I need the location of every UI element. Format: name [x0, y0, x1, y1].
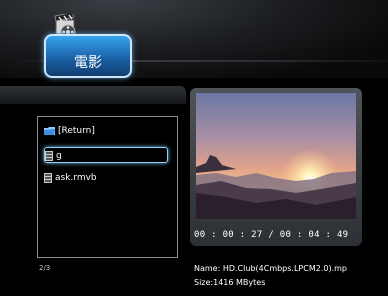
- list-item-ask-rmvb[interactable]: ask.rmvb: [44, 170, 172, 186]
- list-item-label: [Return]: [58, 126, 95, 136]
- list-item-label: ask.rmvb: [55, 173, 97, 183]
- file-list: [Return] g ask.rmvb: [37, 116, 178, 258]
- video-thumbnail: [196, 93, 356, 219]
- list-item-selected[interactable]: g: [44, 147, 168, 163]
- video-file-icon: [44, 172, 52, 183]
- file-size-info: Size:1416 MBytes: [194, 278, 266, 287]
- list-item-return[interactable]: [Return]: [44, 123, 172, 139]
- file-name-info: Name: HD.Club(4Cmbps.LPCM2.0).mp: [194, 264, 347, 273]
- tab-movies-label: 電影: [74, 55, 102, 71]
- playback-timecode: 00 : 00 : 27 / 00 : 04 : 49: [194, 230, 349, 240]
- page-indicator: 2/3: [39, 264, 51, 272]
- folder-return-icon: [44, 127, 55, 135]
- tab-movies[interactable]: 電影: [44, 34, 132, 78]
- list-item-label: g: [56, 151, 62, 161]
- file-panel-header-bar: [0, 86, 186, 104]
- video-file-icon: [45, 150, 53, 161]
- preview-panel: 00 : 00 : 27 / 00 : 04 : 49: [190, 88, 362, 246]
